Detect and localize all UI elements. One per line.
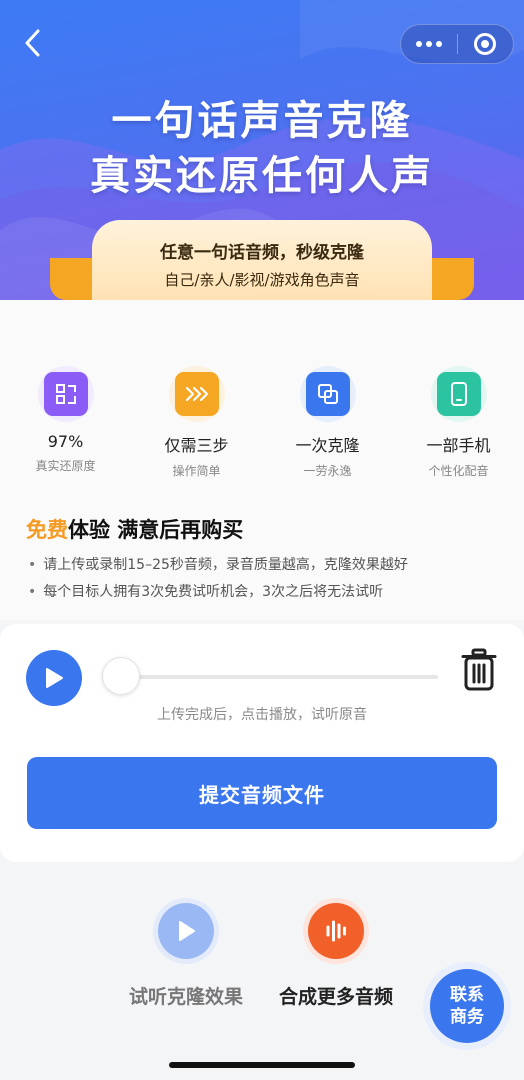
play-icon bbox=[46, 668, 63, 688]
scan-icon bbox=[37, 366, 94, 422]
progress-track[interactable] bbox=[104, 675, 438, 679]
feature-sub: 真实还原度 bbox=[35, 459, 96, 473]
submit-audio-button[interactable]: 提交音频文件 bbox=[27, 757, 497, 829]
feature-accuracy: 97% 真实还原度 bbox=[0, 352, 131, 479]
back-button[interactable] bbox=[18, 28, 48, 58]
trial-tip-2: 每个目标人拥有3次免费试听机会，3次之后将无法试听 bbox=[28, 581, 383, 601]
feature-sub: 操作简单 bbox=[172, 464, 221, 478]
copy-icon bbox=[299, 366, 356, 422]
feature-name: 一部手机 bbox=[426, 436, 491, 455]
feature-name: 仅需三步 bbox=[164, 436, 229, 455]
close-mini-program-button[interactable] bbox=[458, 24, 513, 64]
feature-sub: 一劳永逸 bbox=[303, 464, 352, 478]
more-dots-icon bbox=[416, 41, 442, 47]
trial-heading: 免费体验 满意后再购买 bbox=[26, 514, 243, 544]
ribbon-line1: 任意一句话音频，秒级克隆 bbox=[160, 243, 364, 263]
chevron-left-icon bbox=[25, 29, 40, 57]
player-hint: 上传完成后，点击播放，试听原音 bbox=[157, 707, 367, 723]
hero-ribbon: 任意一句话音频，秒级克隆 自己/亲人/影视/游戏角色声音 bbox=[92, 220, 432, 300]
trash-icon bbox=[461, 648, 497, 691]
home-indicator[interactable] bbox=[169, 1062, 355, 1068]
feature-name: 97% bbox=[47, 432, 84, 451]
arrows-icon bbox=[168, 366, 225, 422]
trial-highlight: 免费 bbox=[26, 518, 68, 542]
contact-line2: 商务 bbox=[450, 1007, 484, 1027]
mini-program-capsule bbox=[400, 24, 514, 64]
contact-business-button[interactable]: 联系 商务 bbox=[423, 962, 511, 1050]
feature-phone: 一部手机 个性化配音 bbox=[393, 352, 524, 479]
synthesize-more-label: 合成更多音频 bbox=[278, 986, 393, 1008]
hero-title-line1: 一句话声音克隆 bbox=[111, 98, 413, 144]
feature-list: 97% 真实还原度 仅需三步 操作简单 一次克隆 一劳永逸 一部手机 个性化配音 bbox=[0, 352, 524, 479]
delete-button[interactable] bbox=[460, 648, 498, 692]
feature-once: 一次克隆 一劳永逸 bbox=[262, 352, 393, 479]
contact-line1: 联系 bbox=[450, 985, 484, 1005]
feature-sub: 个性化配音 bbox=[428, 464, 489, 478]
feature-name: 一次克隆 bbox=[295, 436, 360, 455]
play-button[interactable] bbox=[26, 650, 82, 706]
audio-wave-icon bbox=[326, 920, 346, 942]
phone-icon bbox=[430, 366, 487, 422]
feature-steps: 仅需三步 操作简单 bbox=[131, 352, 262, 479]
trial-tip-1: 请上传或录制15–25秒音频，录音质量越高，克隆效果越好 bbox=[28, 554, 408, 574]
listen-clone-tab[interactable]: 试听克隆效果 bbox=[116, 898, 256, 1009]
ribbon-line2: 自己/亲人/影视/游戏角色声音 bbox=[164, 271, 360, 289]
progress-handle[interactable] bbox=[102, 657, 140, 695]
hero-banner: 一句话声音克隆 真实还原任何人声 任意一句话音频，秒级克隆 自己/亲人/影视/游… bbox=[0, 0, 524, 300]
more-button[interactable] bbox=[401, 24, 457, 64]
hero-title-line2: 真实还原任何人声 bbox=[90, 153, 434, 199]
target-icon bbox=[474, 33, 497, 55]
trial-title-rest: 体验 满意后再购买 bbox=[68, 518, 244, 542]
audio-upload-card: 上传完成后，点击播放，试听原音 提交音频文件 bbox=[0, 624, 524, 862]
synthesize-more-tab[interactable]: 合成更多音频 bbox=[266, 898, 406, 1009]
intro-section: 97% 真实还原度 仅需三步 操作简单 一次克隆 一劳永逸 一部手机 个性化配音… bbox=[0, 300, 524, 620]
play-icon bbox=[179, 921, 195, 941]
listen-clone-label: 试听克隆效果 bbox=[128, 986, 243, 1008]
